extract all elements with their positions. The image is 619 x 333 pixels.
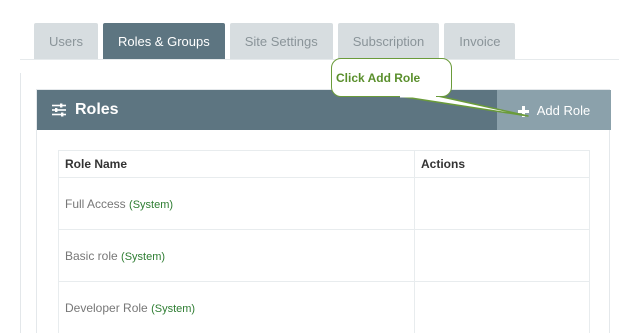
add-role-label: Add Role xyxy=(536,102,591,118)
roles-panel: Roles Add Role Role Name Actions Full Ac… xyxy=(36,89,611,333)
tab-site-settings[interactable]: Site Settings xyxy=(229,23,333,59)
table-row[interactable]: Basic role (System) xyxy=(58,229,590,282)
role-name-cell: Basic role (System) xyxy=(58,229,415,282)
callout-annotation: Click Add Role xyxy=(331,58,452,97)
actions-cell xyxy=(414,177,590,230)
role-name: Developer Role xyxy=(65,300,148,315)
roles-groups-page: Users Roles & Groups Site Settings Subsc… xyxy=(0,0,619,333)
tabs-divider xyxy=(20,59,619,60)
table-row[interactable]: Full Access (System) xyxy=(58,177,590,230)
system-tag: (System) xyxy=(151,302,196,315)
tab-users[interactable]: Users xyxy=(34,23,98,59)
panel-title: Roles xyxy=(75,101,119,118)
role-name: Full Access xyxy=(65,196,126,211)
role-name-cell: Full Access (System) xyxy=(58,177,415,230)
tab-subscription[interactable]: Subscription xyxy=(337,23,440,59)
role-name: Basic role xyxy=(65,248,118,263)
plus-icon xyxy=(517,105,529,117)
callout-text: Click Add Role xyxy=(336,70,421,85)
role-name-cell: Developer Role (System) xyxy=(58,281,415,333)
table-header-row: Role Name Actions xyxy=(58,150,590,178)
roles-panel-header: Roles Add Role xyxy=(37,90,611,130)
system-tag: (System) xyxy=(129,198,174,211)
tab-invoice[interactable]: Invoice xyxy=(444,23,516,59)
sliders-icon xyxy=(51,102,67,118)
content-border xyxy=(20,73,21,333)
tab-roles-groups[interactable]: Roles & Groups xyxy=(102,23,225,59)
table-row[interactable]: Developer Role (System) xyxy=(58,281,590,333)
settings-tabs: Users Roles & Groups Site Settings Subsc… xyxy=(34,23,516,59)
actions-cell xyxy=(414,229,590,282)
actions-cell xyxy=(414,281,590,333)
roles-table: Role Name Actions Full Access (System) B… xyxy=(58,150,590,333)
column-header-role-name: Role Name xyxy=(58,150,415,178)
column-header-actions: Actions xyxy=(414,150,590,178)
system-tag: (System) xyxy=(121,250,166,263)
add-role-button[interactable]: Add Role xyxy=(497,90,611,130)
